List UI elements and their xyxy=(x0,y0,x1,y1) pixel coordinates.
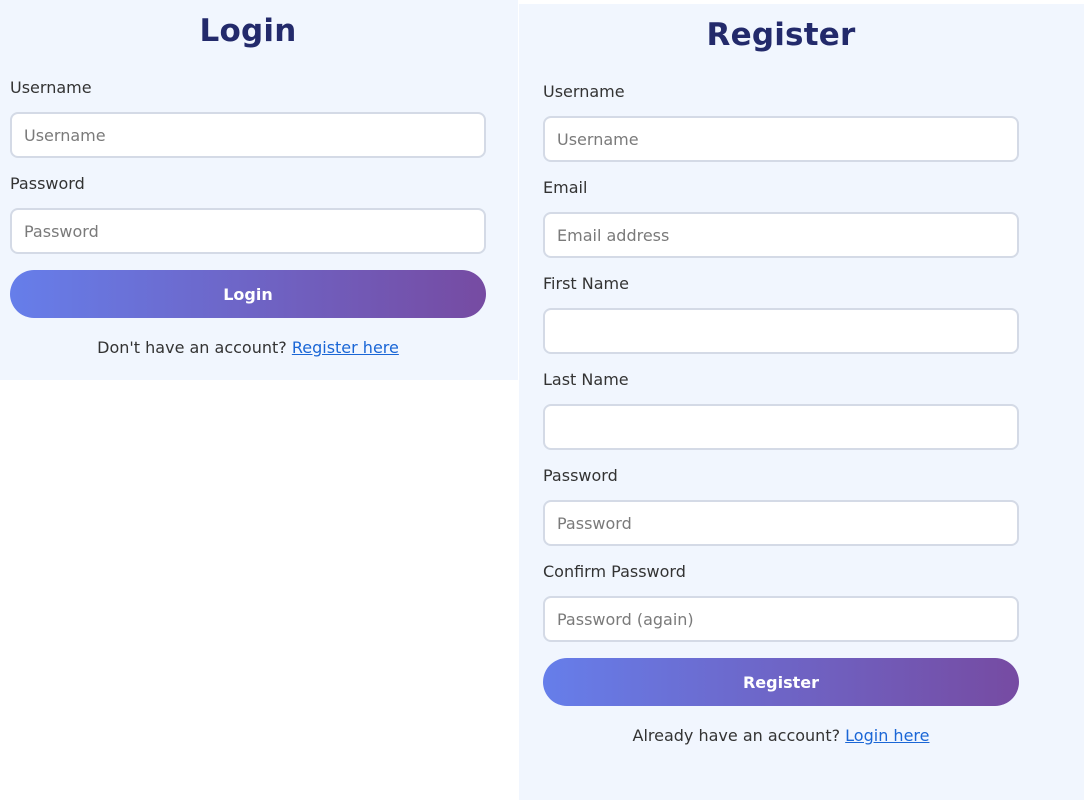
login-prompt-text: Already have an account? xyxy=(632,726,846,745)
register-button[interactable]: Register xyxy=(543,658,1019,706)
register-first-name-label: First Name xyxy=(543,274,629,293)
register-first-name-input[interactable] xyxy=(543,308,1019,354)
register-prompt-text: Don't have an account? xyxy=(97,338,292,357)
register-email-input[interactable] xyxy=(543,212,1019,258)
login-here-link[interactable]: Login here xyxy=(845,726,929,745)
register-confirm-password-input[interactable] xyxy=(543,596,1019,642)
register-email-label: Email xyxy=(543,178,588,197)
login-password-label: Password xyxy=(10,174,85,193)
login-username-input[interactable] xyxy=(10,112,486,158)
register-last-name-label: Last Name xyxy=(543,370,629,389)
register-title: Register xyxy=(706,17,856,53)
register-confirm-password-label: Confirm Password xyxy=(543,562,686,581)
register-form: Username Email First Name Last Name Pass… xyxy=(543,82,1019,706)
register-last-name-input[interactable] xyxy=(543,404,1019,450)
login-title: Login xyxy=(199,13,297,49)
register-prompt: Don't have an account? Register here xyxy=(10,338,486,357)
login-username-label: Username xyxy=(10,78,92,97)
register-password-input[interactable] xyxy=(543,500,1019,546)
register-password-label: Password xyxy=(543,466,618,485)
login-panel: Login Username Password Login Don't have… xyxy=(0,0,518,380)
login-button[interactable]: Login xyxy=(10,270,486,318)
register-username-label: Username xyxy=(543,82,625,101)
login-form: Username Password Login xyxy=(10,78,486,318)
register-username-input[interactable] xyxy=(543,116,1019,162)
login-password-input[interactable] xyxy=(10,208,486,254)
login-prompt: Already have an account? Login here xyxy=(543,726,1019,745)
register-panel: Register Username Email First Name Last … xyxy=(519,4,1084,800)
register-here-link[interactable]: Register here xyxy=(292,338,399,357)
